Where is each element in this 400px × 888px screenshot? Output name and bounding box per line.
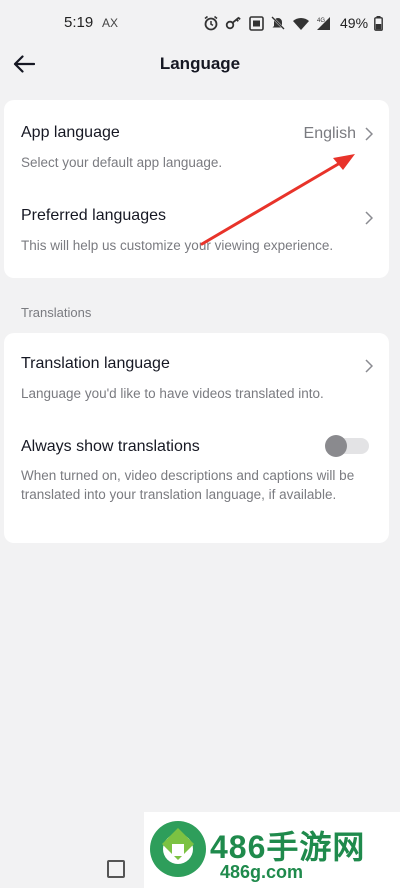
chevron-right-icon bbox=[365, 211, 373, 225]
app-language-title: App language bbox=[21, 124, 120, 141]
network-type: 4G bbox=[317, 18, 325, 24]
translation-language-title: Translation language bbox=[21, 355, 170, 372]
always-show-translations-subtitle: When turned on, video descriptions and c… bbox=[21, 468, 355, 502]
key-icon bbox=[225, 16, 241, 30]
battery-icon bbox=[374, 15, 383, 31]
preferred-languages-title: Preferred languages bbox=[21, 207, 166, 224]
always-show-translations-toggle[interactable] bbox=[325, 435, 369, 457]
language-settings-card: App language English Select your default… bbox=[4, 100, 389, 278]
always-show-translations-title: Always show translations bbox=[21, 438, 200, 455]
always-show-translations-row: Always show translations When turned on,… bbox=[4, 417, 389, 543]
nfc-icon bbox=[249, 15, 264, 31]
chevron-right-icon bbox=[365, 127, 373, 141]
mute-icon bbox=[271, 16, 285, 30]
status-bar: 5:19 AX 4G 49% bbox=[0, 0, 400, 44]
translation-language-row[interactable]: Translation language Language you'd like… bbox=[4, 333, 389, 417]
status-carrier: AX bbox=[102, 16, 119, 30]
chevron-right-icon bbox=[365, 359, 373, 373]
watermark-domain: 486g.com bbox=[220, 862, 304, 882]
nav-bar: Language bbox=[0, 44, 400, 84]
page-title: Language bbox=[159, 54, 241, 73]
wifi-icon bbox=[293, 17, 309, 30]
app-language-row[interactable]: App language English Select your default… bbox=[4, 100, 389, 184]
signal-icon: 4G bbox=[317, 16, 330, 30]
translation-language-subtitle: Language you'd like to have videos trans… bbox=[21, 386, 324, 401]
app-language-value: English bbox=[303, 125, 356, 142]
watermark-logo-icon bbox=[150, 821, 206, 877]
watermark: 486手游网 486g.com bbox=[144, 812, 400, 888]
translations-card: Translation language Language you'd like… bbox=[4, 333, 389, 543]
recents-button[interactable] bbox=[107, 860, 125, 878]
alarm-icon bbox=[204, 15, 218, 31]
battery-percent: 49% bbox=[340, 15, 369, 31]
app-language-subtitle: Select your default app language. bbox=[21, 155, 223, 170]
toggle-knob bbox=[325, 435, 347, 457]
status-time: 5:19 bbox=[64, 14, 94, 31]
preferred-languages-subtitle: This will help us customize your viewing… bbox=[21, 238, 334, 253]
status-icons: 4G 49% bbox=[203, 13, 383, 33]
preferred-languages-row[interactable]: Preferred languages This will help us cu… bbox=[4, 184, 389, 278]
translations-section-label: Translations bbox=[21, 305, 92, 320]
